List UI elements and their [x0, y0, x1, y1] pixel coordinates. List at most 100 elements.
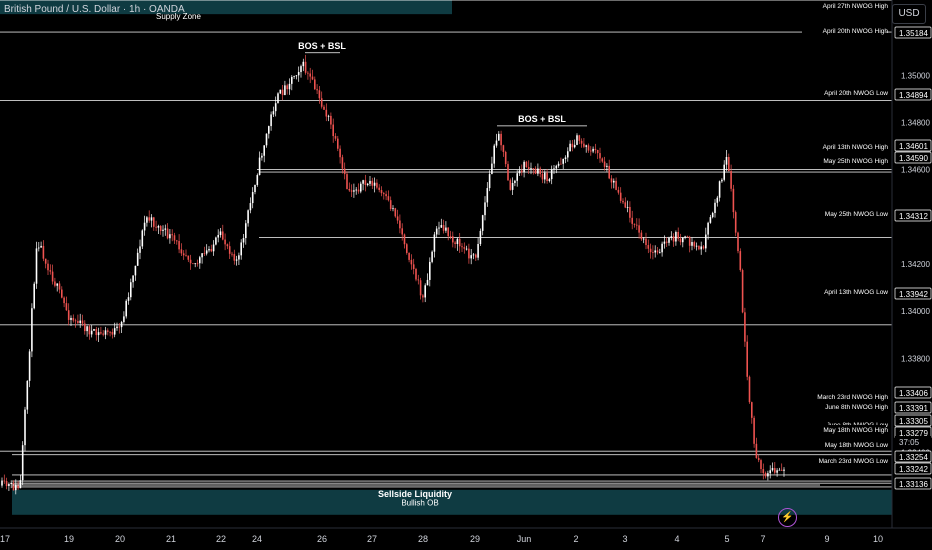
level-label: April 20th NWOG Low: [824, 90, 888, 97]
candle-body: [569, 143, 571, 152]
candle-body: [429, 261, 431, 280]
time-tick-label: Jun: [517, 534, 532, 544]
candle-body: [316, 89, 318, 91]
candle-body: [362, 180, 364, 184]
candle-body: [293, 76, 295, 78]
candle-body: [682, 237, 684, 243]
candle-body: [228, 246, 231, 254]
price-tick-label: 1.33800: [901, 354, 930, 363]
candle-body: [3, 480, 6, 482]
candle-body: [774, 468, 776, 473]
candle-body: [178, 241, 180, 250]
candle-body: [576, 135, 578, 145]
candle-body: [263, 145, 265, 156]
candle-body: [744, 312, 746, 342]
candle-body: [456, 238, 459, 244]
candle-body: [318, 90, 321, 99]
price-label: 1.34590: [899, 154, 928, 163]
candle-body: [553, 168, 555, 170]
candle-body: [176, 240, 178, 242]
candle-body: [38, 247, 40, 249]
candle-body: [449, 236, 452, 237]
candle-body: [111, 331, 114, 335]
time-tick-label: 29: [470, 534, 480, 544]
lightning-icon[interactable]: ⚡: [778, 508, 797, 527]
candle-body: [270, 114, 272, 127]
currency-button[interactable]: USD: [892, 4, 926, 24]
candle-body: [58, 283, 61, 290]
candle-body: [617, 189, 620, 193]
candle-body: [647, 245, 650, 249]
candle-body: [307, 72, 309, 74]
candle-body: [268, 126, 270, 134]
candle-body: [509, 180, 512, 190]
candle-body: [571, 143, 574, 148]
candle-body: [100, 332, 102, 334]
candle-body: [380, 190, 383, 194]
level-label: June 8th NWOG High: [825, 404, 888, 411]
candle-body: [378, 187, 380, 191]
candle-body: [26, 380, 29, 410]
annotation-label: BOS + BSL: [518, 114, 566, 124]
candle-body: [219, 231, 222, 235]
candle-body: [718, 181, 721, 198]
candle-body: [84, 323, 86, 332]
candle-body: [240, 242, 242, 256]
candle-body: [537, 168, 539, 174]
candle-body: [364, 180, 367, 186]
symbol-title[interactable]: British Pound / U.S. Dollar · 1h · OANDA: [4, 4, 185, 15]
candle-body: [709, 217, 712, 223]
candle-body: [173, 235, 176, 241]
price-label: 1.33391: [899, 404, 928, 413]
price-tick-label: 1.34200: [901, 260, 930, 269]
candle-body: [468, 248, 470, 259]
price-label: 1.33254: [899, 453, 928, 462]
candle-body: [63, 297, 65, 304]
candle-body: [5, 481, 8, 486]
candle-body: [385, 194, 387, 197]
candle-body: [525, 161, 528, 168]
candle-body: [619, 192, 622, 201]
candle-body: [97, 332, 100, 336]
candle-body: [196, 263, 199, 265]
candle-body: [65, 303, 68, 311]
candle-body: [640, 232, 643, 240]
candle-body: [47, 263, 49, 271]
candle-body: [247, 210, 249, 224]
candle-body: [504, 151, 507, 165]
candle-body: [159, 226, 162, 231]
candle-body: [433, 234, 436, 252]
candle-body: [102, 333, 104, 335]
candle-body: [155, 226, 157, 228]
candle-body: [199, 257, 201, 264]
candle-body: [24, 409, 26, 446]
candle-body: [686, 236, 689, 238]
candle-body: [445, 227, 447, 231]
candle-body: [284, 85, 286, 96]
candle-body: [638, 225, 640, 233]
candle-body: [442, 225, 445, 231]
candle-body: [77, 320, 79, 324]
candle-body: [256, 175, 259, 185]
time-tick-label: 26: [317, 534, 327, 544]
candle-body: [594, 148, 597, 151]
candle-body: [215, 237, 217, 245]
time-tick-label: 19: [64, 534, 74, 544]
candle-body: [233, 254, 236, 261]
price-chart[interactable]: Supply ZoneBullish OB April 27th NWOG Hi…: [0, 0, 932, 550]
candle-body: [127, 297, 130, 301]
candle-body: [217, 234, 219, 238]
price-label: 1.35184: [899, 29, 928, 38]
candle-body: [629, 206, 631, 218]
candle-body: [700, 246, 702, 250]
candle-body: [401, 228, 403, 235]
candle-body: [376, 182, 378, 188]
candle-body: [541, 174, 544, 180]
price-label: 1.33406: [899, 389, 928, 398]
candle-body: [656, 250, 659, 253]
candle-body: [254, 184, 256, 193]
candle-body: [534, 168, 537, 174]
time-tick-label: 5: [724, 534, 729, 544]
candle-body: [353, 190, 355, 192]
candle-body: [373, 182, 376, 186]
